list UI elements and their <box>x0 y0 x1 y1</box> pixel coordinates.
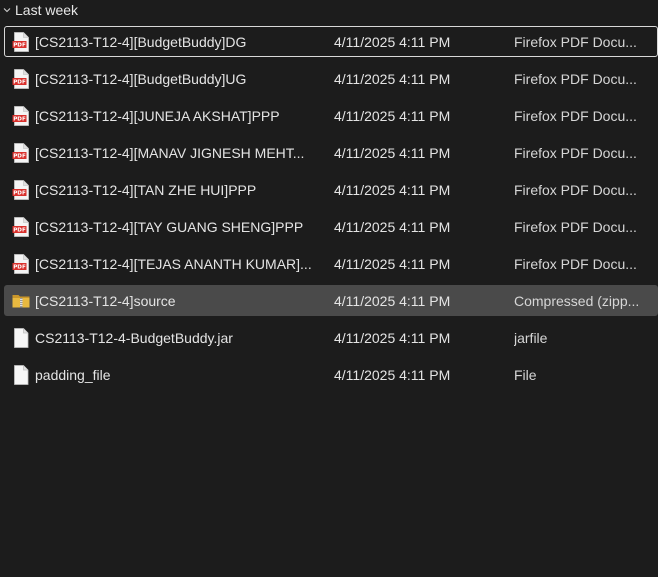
blank-file-icon <box>12 365 30 385</box>
file-type: File <box>514 366 537 383</box>
file-type: Firefox PDF Docu... <box>514 181 637 198</box>
file-list-pane: Last week PDF [CS2113-T12-4][BudgetBuddy… <box>0 0 658 577</box>
file-row[interactable]: CS2113-T12-4-BudgetBuddy.jar 4/11/2025 4… <box>4 322 658 353</box>
svg-text:PDF: PDF <box>13 43 26 49</box>
file-row[interactable]: PDF [CS2113-T12-4][MANAV JIGNESH MEHT...… <box>4 137 658 168</box>
file-date-modified: 4/11/2025 4:11 PM <box>334 255 451 272</box>
pdf-file-icon: PDF <box>12 106 30 126</box>
file-name: [CS2113-T12-4][MANAV JIGNESH MEHT... <box>35 144 305 161</box>
file-name: padding_file <box>35 366 111 383</box>
group-header-last-week[interactable]: Last week <box>0 0 78 20</box>
svg-text:PDF: PDF <box>13 228 26 234</box>
file-type: Firefox PDF Docu... <box>514 33 637 50</box>
file-type: Firefox PDF Docu... <box>514 107 637 124</box>
file-type: jarfile <box>514 329 548 346</box>
file-name: [CS2113-T12-4][TAY GUANG SHENG]PPP <box>35 218 304 235</box>
file-row[interactable]: PDF [CS2113-T12-4][BudgetBuddy]UG 4/11/2… <box>4 63 658 94</box>
file-row[interactable]: PDF [CS2113-T12-4][TAN ZHE HUI]PPP 4/11/… <box>4 174 658 205</box>
file-row[interactable]: PDF [CS2113-T12-4][JUNEJA AKSHAT]PPP 4/1… <box>4 100 658 131</box>
file-type: Firefox PDF Docu... <box>514 70 637 87</box>
file-name: [CS2113-T12-4][TEJAS ANANTH KUMAR]... <box>35 255 312 272</box>
file-date-modified: 4/11/2025 4:11 PM <box>334 218 451 235</box>
pdf-file-icon: PDF <box>12 143 30 163</box>
file-date-modified: 4/11/2025 4:11 PM <box>334 181 451 198</box>
file-date-modified: 4/11/2025 4:11 PM <box>334 144 451 161</box>
file-name: [CS2113-T12-4][BudgetBuddy]DG <box>35 33 247 50</box>
file-name: [CS2113-T12-4][BudgetBuddy]UG <box>35 70 247 87</box>
file-type: Firefox PDF Docu... <box>514 218 637 235</box>
pdf-file-icon: PDF <box>12 254 30 274</box>
svg-text:PDF: PDF <box>13 154 26 160</box>
file-date-modified: 4/11/2025 4:11 PM <box>334 107 451 124</box>
file-date-modified: 4/11/2025 4:11 PM <box>334 70 451 87</box>
svg-text:PDF: PDF <box>13 265 26 271</box>
file-row[interactable]: PDF [CS2113-T12-4][BudgetBuddy]DG 4/11/2… <box>4 26 658 57</box>
file-date-modified: 4/11/2025 4:11 PM <box>334 292 451 309</box>
file-row[interactable]: padding_file 4/11/2025 4:11 PM File <box>4 359 658 390</box>
file-row[interactable]: PDF [CS2113-T12-4][TEJAS ANANTH KUMAR]..… <box>4 248 658 279</box>
blank-file-icon <box>12 328 30 348</box>
pdf-file-icon: PDF <box>12 217 30 237</box>
file-date-modified: 4/11/2025 4:11 PM <box>334 366 451 383</box>
group-header-label: Last week <box>15 2 79 18</box>
pdf-file-icon: PDF <box>12 69 30 89</box>
file-date-modified: 4/11/2025 4:11 PM <box>334 33 451 50</box>
zip-folder-icon <box>12 291 30 311</box>
file-type: Compressed (zipp... <box>514 292 640 309</box>
svg-text:PDF: PDF <box>13 117 26 123</box>
file-date-modified: 4/11/2025 4:11 PM <box>334 329 451 346</box>
pdf-file-icon: PDF <box>12 180 30 200</box>
file-name: [CS2113-T12-4][TAN ZHE HUI]PPP <box>35 181 257 198</box>
file-rows: PDF [CS2113-T12-4][BudgetBuddy]DG 4/11/2… <box>4 26 658 396</box>
file-type: Firefox PDF Docu... <box>514 255 637 272</box>
file-type: Firefox PDF Docu... <box>514 144 637 161</box>
svg-text:PDF: PDF <box>13 191 26 197</box>
svg-text:PDF: PDF <box>13 80 26 86</box>
file-name: [CS2113-T12-4][JUNEJA AKSHAT]PPP <box>35 107 280 124</box>
file-row[interactable]: PDF [CS2113-T12-4][TAY GUANG SHENG]PPP 4… <box>4 211 658 242</box>
file-row[interactable]: [CS2113-T12-4]source 4/11/2025 4:11 PM C… <box>4 285 658 316</box>
chevron-down-icon[interactable] <box>2 3 12 17</box>
file-name: [CS2113-T12-4]source <box>35 292 176 309</box>
file-name: CS2113-T12-4-BudgetBuddy.jar <box>35 329 233 346</box>
pdf-file-icon: PDF <box>12 32 30 52</box>
